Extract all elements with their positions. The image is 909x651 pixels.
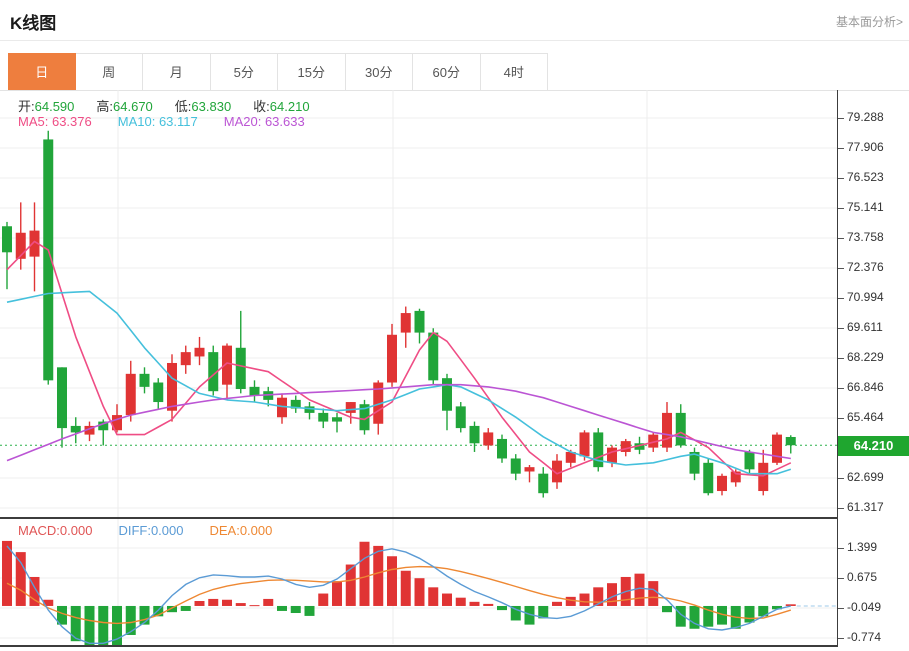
diff-value: 0.000 [151,523,184,538]
axis-tick-mark [838,208,844,209]
tab-month[interactable]: 月 [143,53,211,91]
page-title: K线图 [10,9,56,34]
ma20-value: 63.633 [265,114,305,129]
candlestick-chart[interactable] [0,90,838,518]
axis-tick-mark [838,268,844,269]
axis-tick-mark [838,148,844,149]
ma5-value: 63.376 [52,114,92,129]
axis-tick-label: 76.523 [847,170,884,184]
period-tabbar: 日 周 月 5分 15分 30分 60分 4时 [8,53,548,91]
fundamental-analysis-link[interactable]: 基本面分析> [836,13,903,30]
axis-tick-mark [838,358,844,359]
open-value: 64.590 [35,99,75,114]
axis-tick-mark [838,508,844,509]
axis-tick-label: 0.675 [847,570,877,584]
axis-tick-mark [838,608,844,609]
close-label: 收: [253,99,270,114]
dea-label: DEA: [209,523,239,538]
axis-tick-mark [838,578,844,579]
low-value: 63.830 [191,99,231,114]
ma5-label: MA5: [18,114,48,129]
axis-tick-label: 73.758 [847,230,884,244]
tab-15min[interactable]: 15分 [278,53,346,91]
current-price-tag: 64.210 [838,436,909,456]
low-label: 低: [175,99,192,114]
ma20-label: MA20: [224,114,262,129]
tab-60min[interactable]: 60分 [413,53,481,91]
axis-tick-mark [838,238,844,239]
axis-tick-label: 79.288 [847,110,884,124]
axis-tick-label: 70.994 [847,290,884,304]
tab-4hour[interactable]: 4时 [481,53,549,91]
axis-tick-label: 68.229 [847,350,884,364]
axis-tick-mark [838,118,844,119]
high-value: 64.670 [113,99,153,114]
axis-tick-mark [838,178,844,179]
axis-tick-label: 72.376 [847,260,884,274]
macd-readout: MACD:0.000 DIFF:0.000 DEA:0.000 [18,523,272,538]
ohlc-readout: 开:64.590 高:64.670 低:63.830 收:64.210 [18,96,310,115]
ma10-value: 63.117 [159,114,198,129]
axis-tick-label: 65.464 [847,410,884,424]
axis-tick-label: 75.141 [847,200,884,214]
open-label: 开: [18,99,35,114]
price-axis: 79.288 77.906 76.523 75.141 73.758 72.376 70.9… [837,90,909,647]
macd-panel-bottom-border [0,645,838,647]
high-label: 高: [96,99,113,114]
axis-tick-mark [838,298,844,299]
ma10-label: MA10: [118,114,156,129]
axis-tick-label: 66.846 [847,380,884,394]
macd-label: MACD: [18,523,60,538]
price-panel-bottom-border [0,517,838,519]
close-value: 64.210 [270,99,310,114]
axis-tick-label: -0.049 [847,600,881,614]
dea-value: 0.000 [240,523,273,538]
axis-tick-mark [838,478,844,479]
axis-tick-mark [838,328,844,329]
axis-tick-mark [838,548,844,549]
diff-label: DIFF: [118,523,151,538]
tab-day[interactable]: 日 [8,53,76,91]
axis-tick-mark [838,418,844,419]
tab-30min[interactable]: 30分 [346,53,414,91]
header-divider [0,40,909,41]
axis-tick-mark [838,388,844,389]
macd-value: 0.000 [60,523,93,538]
kline-widget: K线图 基本面分析> 日 周 月 5分 15分 30分 60分 4时 开:64.… [0,0,909,651]
axis-tick-label: 69.611 [847,320,883,334]
axis-tick-label: 77.906 [847,140,884,154]
ma-readout: MA5: 63.376 MA10: 63.117 MA20: 63.633 [18,114,305,129]
axis-tick-label: -0.774 [847,630,881,644]
tab-week[interactable]: 周 [76,53,144,91]
tab-5min[interactable]: 5分 [211,53,279,91]
axis-tick-label: 61.317 [847,500,884,514]
axis-tick-label: 62.699 [847,470,884,484]
axis-tick-label: 1.399 [847,540,877,554]
axis-tick-mark [838,638,844,639]
